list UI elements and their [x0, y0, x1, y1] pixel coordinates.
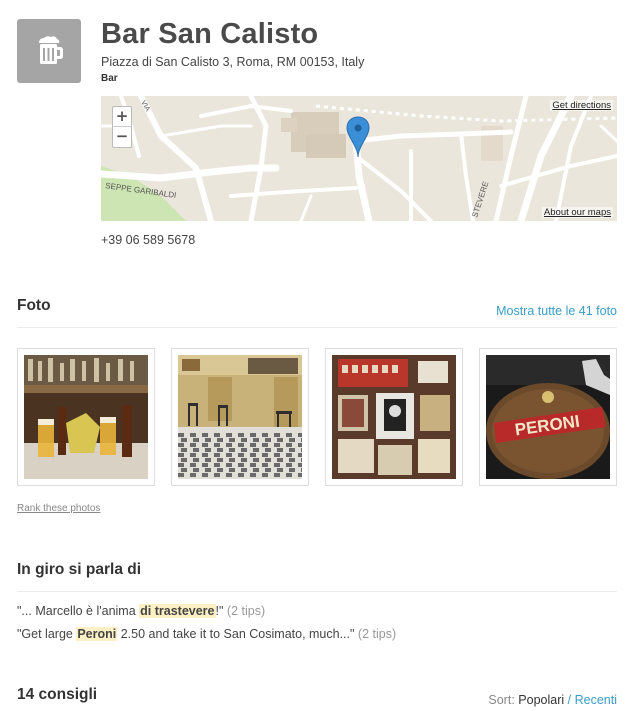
talk-section-title: In giro si parla di — [17, 561, 142, 578]
sort-popular-option[interactable]: Popolari — [518, 693, 564, 707]
section-divider — [17, 327, 617, 328]
quote-text: "... Marcello è l'anima — [17, 604, 140, 618]
quote-highlight: di trastevere — [139, 604, 216, 618]
venue-category-icon — [17, 19, 81, 83]
photo-wall-frames — [332, 355, 456, 479]
map-tiles: SEPPE GARIBALDI VIA STEVERE — [101, 96, 617, 221]
section-divider — [17, 591, 617, 592]
venue-name: Bar San Calisto — [101, 18, 319, 50]
venue-phone[interactable]: +39 06 589 5678 — [101, 233, 195, 247]
tip-count: (2 tips) — [357, 627, 397, 641]
tips-section-title: 14 consigli — [17, 686, 98, 703]
about-maps-link[interactable]: About our maps — [541, 207, 613, 218]
photo-bar-counter — [24, 355, 148, 479]
photo-room — [178, 355, 302, 479]
venue-address: Piazza di San Calisto 3, Roma, RM 00153,… — [101, 55, 365, 69]
map-zoom-control: + − — [112, 106, 132, 148]
map-pin-icon[interactable] — [346, 116, 370, 158]
zoom-in-button[interactable]: + — [113, 107, 131, 127]
quote-highlight: Peroni — [76, 627, 118, 641]
see-all-photos-link[interactable]: Mostra tutte le 41 foto — [496, 304, 617, 318]
photo-thumbnail-2[interactable] — [171, 348, 309, 486]
quote-text: !" — [215, 604, 224, 618]
talk-quote-1[interactable]: "... Marcello è l'anima di trastevere!" … — [17, 604, 265, 618]
venue-category[interactable]: Bar — [101, 73, 118, 84]
sort-label: Sort: — [488, 693, 515, 707]
photo-peroni-table: PERONI — [486, 355, 610, 479]
beer-mug-icon — [39, 36, 63, 64]
photo-thumbnail-3[interactable] — [325, 348, 463, 486]
photo-thumbnail-1[interactable] — [17, 348, 155, 486]
get-directions-link[interactable]: Get directions — [550, 100, 613, 111]
photos-section-title: Foto — [17, 297, 51, 314]
zoom-out-button[interactable]: − — [113, 127, 131, 147]
tip-count: (2 tips) — [226, 604, 266, 618]
rank-photos-link[interactable]: Rank these photos — [17, 503, 100, 514]
quote-text: 2.50 and take it to San Cosimato, much..… — [117, 627, 355, 641]
talk-quote-2[interactable]: "Get large Peroni 2.50 and take it to Sa… — [17, 627, 396, 641]
quote-text: "Get large — [17, 627, 77, 641]
tips-sort-control: Sort: Popolari / Recenti — [488, 693, 617, 707]
photo-thumbnail-4[interactable]: PERONI — [479, 348, 617, 486]
sort-separator: / — [567, 693, 572, 707]
sort-recent-option[interactable]: Recenti — [575, 693, 617, 707]
venue-map[interactable]: SEPPE GARIBALDI VIA STEVERE + − Get dire… — [101, 96, 617, 221]
